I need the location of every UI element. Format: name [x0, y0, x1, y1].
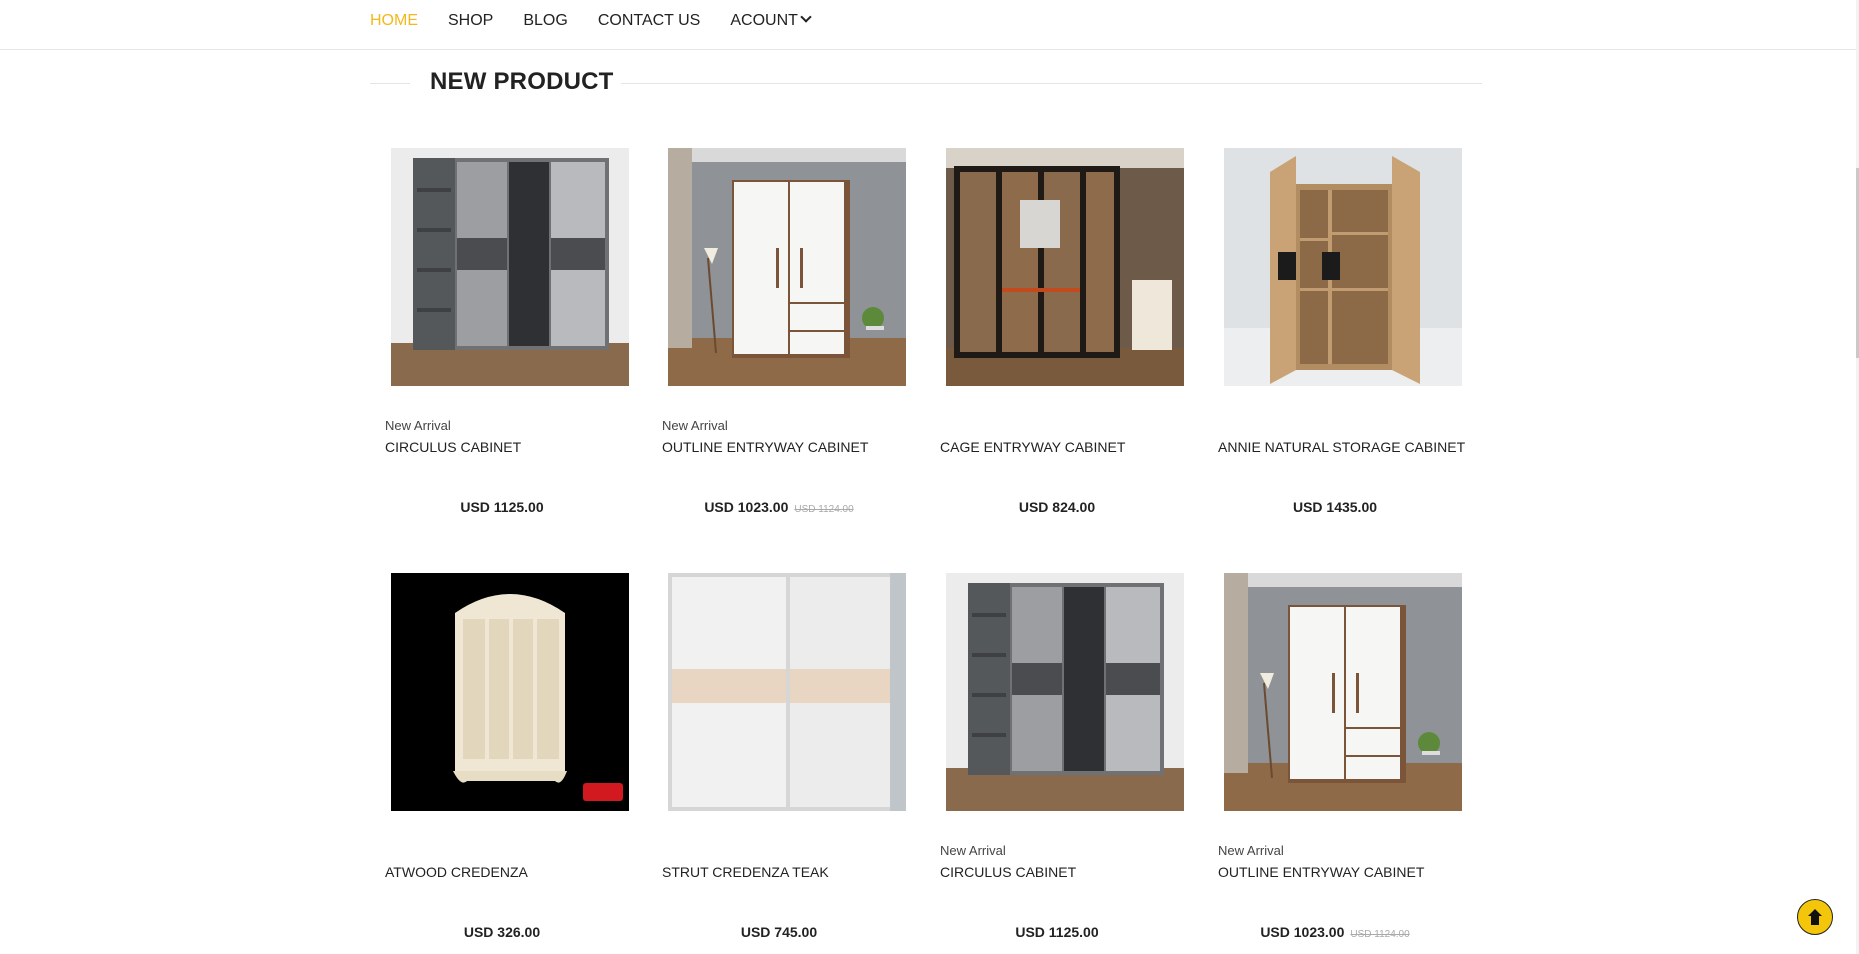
chevron-down-icon [800, 11, 812, 23]
product-card[interactable]: New Arrival CIRCULUS CABINET USD 1125.00 [385, 148, 645, 528]
product-card[interactable]: New Arrival CIRCULUS CABINET USD 1125.00 [940, 573, 1200, 953]
top-navbar: HOME SHOP BLOG CONTACT US ACOUNT [0, 0, 1856, 50]
product-price-row: USD 824.00 [940, 499, 1174, 517]
product-price: USD 1023.00 [704, 499, 789, 515]
product-price-row: USD 1125.00 [940, 924, 1174, 942]
nav-home[interactable]: HOME [370, 12, 418, 30]
product-name[interactable]: ATWOOD CREDENZA [385, 864, 528, 880]
product-card[interactable]: CAGE ENTRYWAY CABINET USD 824.00 [940, 148, 1200, 528]
product-price: USD 326.00 [463, 924, 541, 940]
nav-account[interactable]: ACOUNT [730, 11, 812, 30]
nav-account-label: ACOUNT [730, 12, 798, 29]
product-card[interactable]: New Arrival OUTLINE ENTRYWAY CABINET USD… [1218, 573, 1478, 953]
nav-contact-us[interactable]: CONTACT US [598, 12, 701, 30]
open-wood-cabinet-image[interactable] [1224, 148, 1462, 386]
product-price: USD 1023.00 [1260, 924, 1345, 940]
white-wood-cabinet-image[interactable] [668, 148, 906, 386]
product-card[interactable]: New Arrival OUTLINE ENTRYWAY CABINET USD… [662, 148, 922, 528]
ornate-white-wardrobe-image[interactable] [391, 573, 629, 811]
divider [370, 83, 410, 84]
product-name[interactable]: OUTLINE ENTRYWAY CABINET [1218, 864, 1424, 880]
section-header: NEW PRODUCT [370, 66, 1482, 102]
product-price: USD 824.00 [1018, 499, 1096, 515]
product-badge: New Arrival [662, 418, 728, 433]
product-price-row: USD 1023.00 USD 1124.00 [1218, 924, 1452, 942]
divider [621, 83, 1482, 84]
product-price: USD 1125.00 [1015, 924, 1099, 940]
grey-sliding-wardrobe-image[interactable] [391, 148, 629, 386]
product-price-row: USD 1435.00 [1218, 499, 1452, 517]
product-price-row: USD 326.00 [385, 924, 619, 942]
nav-shop[interactable]: SHOP [448, 12, 493, 30]
white-sliding-wardrobe-image[interactable] [668, 573, 906, 811]
product-card[interactable]: ATWOOD CREDENZA USD 326.00 [385, 573, 645, 953]
product-price: USD 1125.00 [460, 499, 544, 515]
back-to-top-button[interactable] [1797, 899, 1833, 935]
product-price-row: USD 1023.00 USD 1124.00 [662, 499, 896, 517]
grey-sliding-wardrobe-image[interactable] [946, 573, 1184, 811]
product-badge: New Arrival [1218, 843, 1284, 858]
product-card[interactable]: STRUT CREDENZA TEAK USD 745.00 [662, 573, 922, 953]
main-nav: HOME SHOP BLOG CONTACT US ACOUNT [370, 11, 812, 30]
white-wood-cabinet-image[interactable] [1224, 573, 1462, 811]
product-name[interactable]: CIRCULUS CABINET [940, 864, 1076, 880]
product-name[interactable]: CAGE ENTRYWAY CABINET [940, 439, 1125, 455]
product-badge: New Arrival [940, 843, 1006, 858]
product-name[interactable]: ANNIE NATURAL STORAGE CABINET [1218, 439, 1465, 455]
product-price-row: USD 745.00 [662, 924, 896, 942]
section-title: NEW PRODUCT [430, 68, 614, 95]
product-price-row: USD 1125.00 [385, 499, 619, 517]
glass-door-wardrobe-image[interactable] [946, 148, 1184, 386]
product-badge: New Arrival [385, 418, 451, 433]
product-name[interactable]: CIRCULUS CABINET [385, 439, 521, 455]
product-old-price: USD 1124.00 [794, 504, 854, 515]
product-price: USD 1435.00 [1292, 499, 1378, 515]
product-name[interactable]: OUTLINE ENTRYWAY CABINET [662, 439, 868, 455]
product-old-price: USD 1124.00 [1350, 929, 1410, 940]
product-name[interactable]: STRUT CREDENZA TEAK [662, 864, 829, 880]
product-card[interactable]: ANNIE NATURAL STORAGE CABINET USD 1435.0… [1218, 148, 1478, 528]
product-price: USD 745.00 [740, 924, 818, 940]
nav-blog[interactable]: BLOG [523, 12, 567, 30]
arrow-up-icon [1808, 909, 1822, 925]
